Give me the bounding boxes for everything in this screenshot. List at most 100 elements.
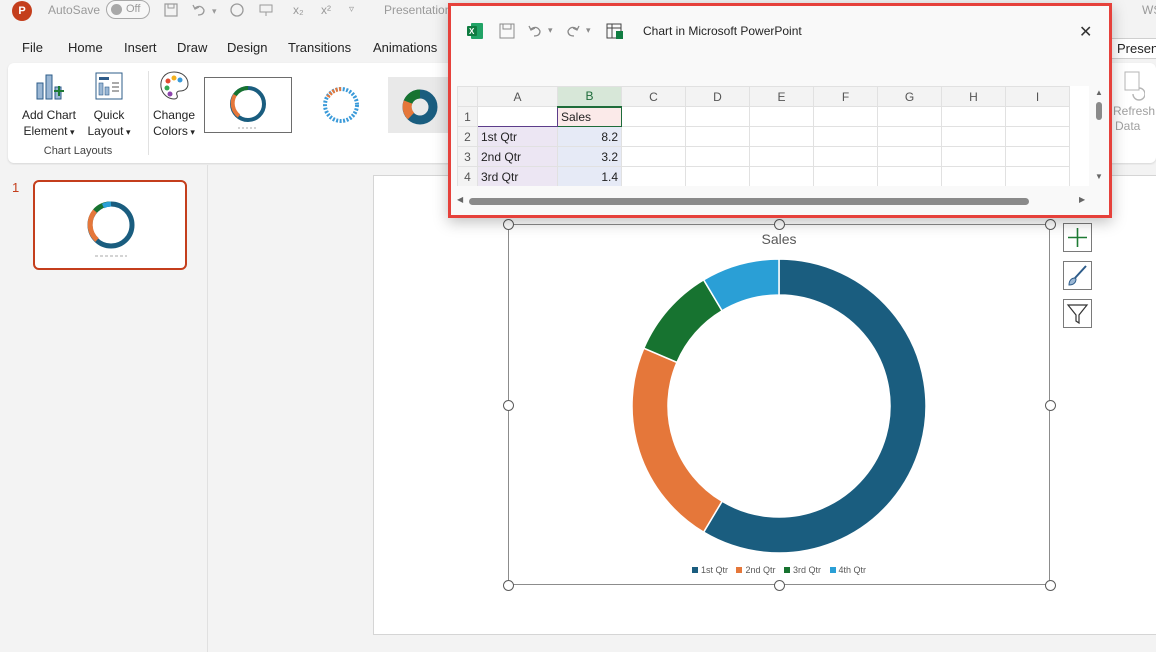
cell-b3[interactable]: 3.2: [557, 146, 622, 167]
redo-icon[interactable]: [565, 23, 581, 39]
legend-item-3: 3rd Qtr: [784, 565, 821, 575]
cell[interactable]: [1005, 166, 1070, 186]
cell[interactable]: [941, 146, 1006, 167]
legend-label: 2nd Qtr: [745, 565, 776, 575]
cell[interactable]: [749, 146, 814, 167]
cell[interactable]: [941, 166, 1006, 186]
cell[interactable]: [621, 106, 686, 127]
cell-a1[interactable]: [477, 106, 558, 127]
cell[interactable]: [813, 126, 878, 147]
cell[interactable]: [877, 126, 942, 147]
close-icon[interactable]: ✕: [1079, 22, 1092, 42]
paintbrush-icon: [1068, 265, 1087, 286]
chart-filters-button[interactable]: [1063, 299, 1092, 328]
resize-handle-bottom[interactable]: [774, 580, 785, 591]
doughnut-slice-2[interactable]: [631, 347, 724, 534]
cell-b4[interactable]: 1.4: [557, 166, 622, 186]
plus-icon: [1068, 228, 1087, 247]
save-icon[interactable]: [499, 23, 515, 39]
cell[interactable]: [621, 146, 686, 167]
cell-b2[interactable]: 8.2: [557, 126, 622, 147]
chart-data-excel-window: X ▾ ▾ Chart in Microsoft PowerPoint ✕ A …: [448, 3, 1112, 218]
chart-legend[interactable]: 1st Qtr 2nd Qtr 3rd Qtr 4th Qtr: [508, 565, 1050, 575]
legend-item-4: 4th Qtr: [829, 565, 867, 575]
cell[interactable]: [1005, 146, 1070, 167]
scroll-up-icon[interactable]: ▲: [1095, 88, 1103, 97]
row-header[interactable]: 1: [457, 106, 478, 127]
scroll-left-icon[interactable]: ◀: [457, 195, 463, 204]
horizontal-scrollbar[interactable]: ◀ ▶: [457, 194, 1089, 208]
chart-styles-button[interactable]: [1063, 261, 1092, 290]
spreadsheet-grid[interactable]: A B C D E F G H I 1 Sales 2 1st Qtr 8.2: [457, 86, 1089, 186]
table-row: 3 2nd Qtr 3.2: [457, 146, 1070, 167]
scroll-right-icon[interactable]: ▶: [1079, 195, 1085, 204]
cell[interactable]: [685, 146, 750, 167]
cell-a2[interactable]: 1st Qtr: [477, 126, 558, 147]
cell[interactable]: [813, 166, 878, 186]
select-all-corner[interactable]: [457, 86, 478, 107]
column-header-d[interactable]: D: [685, 86, 750, 107]
cell[interactable]: [749, 166, 814, 186]
column-header-b[interactable]: B: [557, 86, 622, 108]
cell-b1[interactable]: Sales: [557, 106, 622, 127]
column-header-g[interactable]: G: [877, 86, 942, 107]
legend-item-1: 1st Qtr: [691, 565, 728, 575]
legend-swatch: [784, 567, 790, 573]
vertical-scroll-thumb[interactable]: [1096, 102, 1102, 120]
chart-elements-button[interactable]: [1063, 223, 1092, 252]
cell[interactable]: [941, 126, 1006, 147]
undo-dropdown-icon[interactable]: ▾: [548, 25, 553, 36]
cell[interactable]: [941, 106, 1006, 127]
cell[interactable]: [685, 166, 750, 186]
legend-label: 3rd Qtr: [793, 565, 822, 575]
cell-a3[interactable]: 2nd Qtr: [477, 146, 558, 167]
excel-logo-icon: X: [467, 23, 483, 39]
row-header[interactable]: 3: [457, 146, 478, 167]
legend-swatch: [691, 567, 698, 573]
column-header-a[interactable]: A: [477, 86, 558, 107]
column-header-h[interactable]: H: [941, 86, 1006, 107]
resize-handle-left[interactable]: [503, 400, 514, 411]
filter-icon: [1066, 304, 1089, 325]
row-header[interactable]: 2: [457, 126, 478, 147]
cell[interactable]: [685, 126, 750, 147]
resize-handle-top-left[interactable]: [503, 219, 514, 230]
resize-handle-right[interactable]: [1045, 400, 1056, 411]
redo-dropdown-icon[interactable]: ▾: [586, 25, 591, 36]
column-header-i[interactable]: I: [1005, 86, 1070, 107]
legend-swatch: [829, 567, 836, 573]
cell[interactable]: [621, 166, 686, 186]
column-header-e[interactable]: E: [749, 86, 814, 107]
cell[interactable]: [685, 106, 750, 127]
horizontal-scroll-thumb[interactable]: [469, 198, 1029, 205]
row-header[interactable]: 4: [457, 166, 478, 186]
column-header-f[interactable]: F: [813, 86, 878, 107]
table-row: 1 Sales: [457, 106, 1070, 127]
cell[interactable]: [1005, 126, 1070, 147]
table-row: 4 3rd Qtr 1.4: [457, 166, 1070, 186]
column-header-c[interactable]: C: [621, 86, 686, 107]
cell[interactable]: [621, 126, 686, 147]
resize-handle-bottom-right[interactable]: [1045, 580, 1056, 591]
svg-text:X: X: [469, 27, 475, 36]
cell[interactable]: [877, 146, 942, 167]
scroll-down-icon[interactable]: ▼: [1095, 172, 1103, 181]
vertical-scrollbar[interactable]: ▲ ▼: [1092, 86, 1106, 186]
legend-item-2: 2nd Qtr: [736, 565, 775, 575]
cell[interactable]: [1005, 106, 1070, 127]
cell-a4[interactable]: 3rd Qtr: [477, 166, 558, 186]
cell[interactable]: [749, 106, 814, 127]
cell[interactable]: [813, 106, 878, 127]
edit-data-in-excel-icon[interactable]: [606, 22, 624, 40]
cell[interactable]: [877, 106, 942, 127]
undo-icon[interactable]: [527, 23, 543, 39]
resize-handle-top[interactable]: [774, 219, 785, 230]
cell[interactable]: [749, 126, 814, 147]
resize-handle-top-right[interactable]: [1045, 219, 1056, 230]
legend-swatch: [736, 567, 743, 573]
cell[interactable]: [877, 166, 942, 186]
resize-handle-bottom-left[interactable]: [503, 580, 514, 591]
table-row: 2 1st Qtr 8.2: [457, 126, 1070, 147]
legend-label: 4th Qtr: [838, 565, 867, 575]
cell[interactable]: [813, 146, 878, 167]
